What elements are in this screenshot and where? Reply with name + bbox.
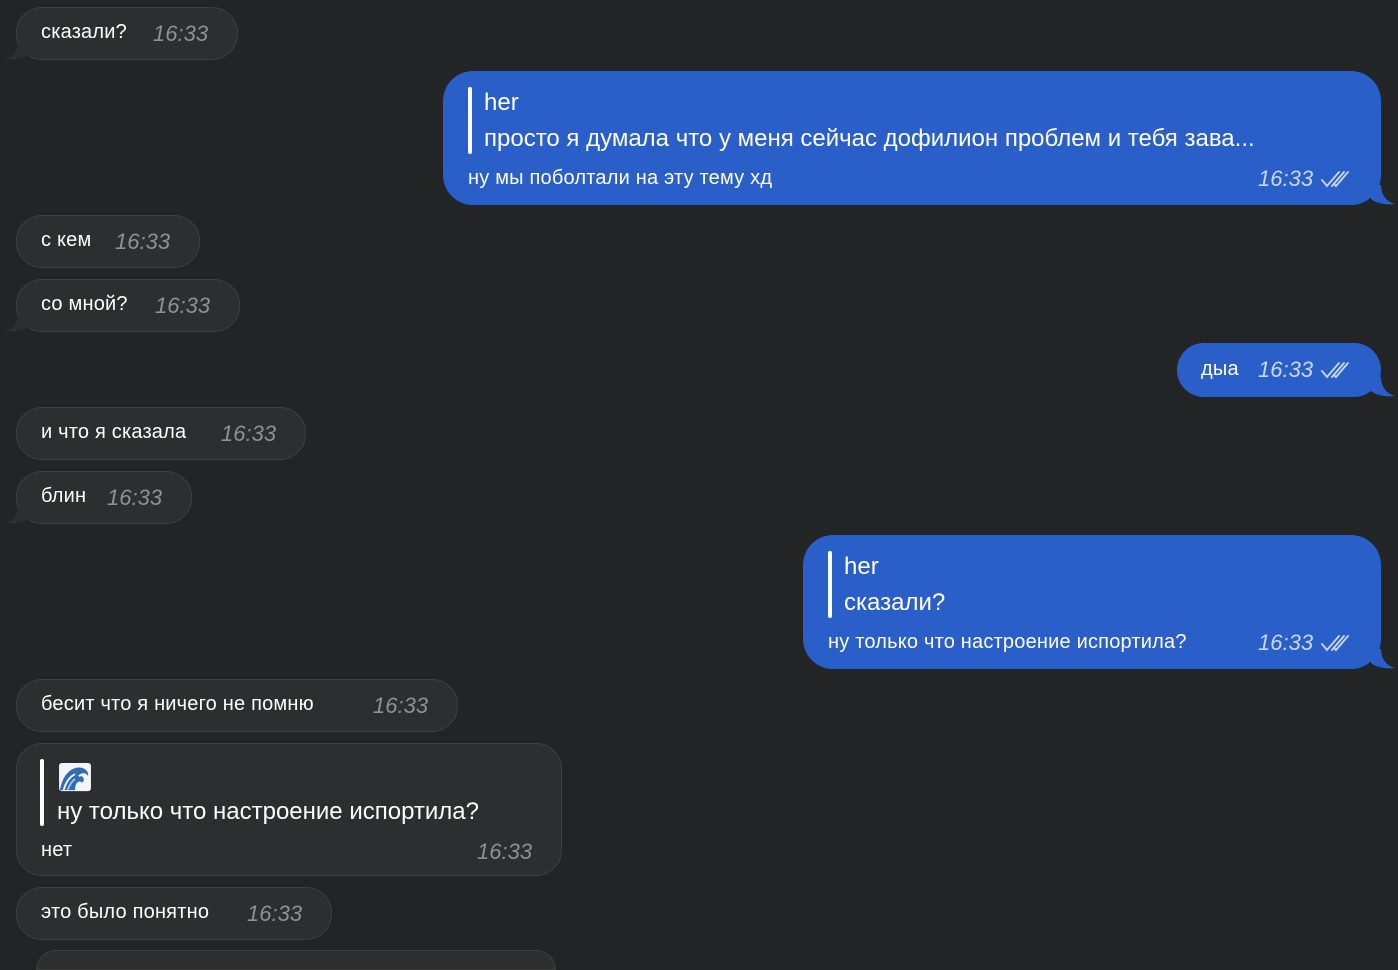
message-text: с кем	[41, 229, 92, 251]
message-time: 16:33	[1258, 630, 1314, 655]
message-time: 16:33	[107, 485, 163, 510]
reply-author: her	[844, 553, 879, 580]
message-time: 16:33	[1258, 357, 1314, 382]
incoming-message[interactable]: сказали? 16:33	[5, 7, 238, 60]
bubble-tail-icon	[5, 40, 29, 60]
message-text: сказали?	[41, 21, 127, 43]
incoming-message[interactable]: бесит что я ничего не помню 16:33	[16, 679, 458, 732]
message-text: нет	[41, 839, 73, 861]
bubble-tail-icon	[1371, 185, 1395, 205]
reply-quote-bar	[828, 551, 832, 618]
reply-quoted-text: просто я думала что у меня сейчас дофили…	[484, 125, 1255, 152]
incoming-message[interactable]: блин 16:33	[5, 471, 192, 524]
bubble-tail-icon	[5, 504, 29, 524]
message-text: бесит что я ничего не помню	[41, 693, 314, 715]
message-time: 16:33	[477, 839, 533, 864]
message-time: 16:33	[1258, 166, 1314, 191]
outgoing-message[interactable]: her сказали? ну только что настроение ис…	[803, 535, 1395, 669]
message-text: и что я сказала	[41, 421, 187, 443]
reply-author: her	[484, 89, 519, 116]
incoming-message[interactable]: ну только что настроение испортила? нет …	[16, 743, 562, 876]
message-time: 16:33	[373, 693, 429, 718]
wave-emoji-icon	[59, 762, 91, 792]
chat-message-list[interactable]: сказали? 16:33 her просто я думала что у…	[0, 0, 1398, 970]
incoming-message[interactable]: с кем 16:33	[16, 215, 200, 268]
message-time: 16:33	[155, 293, 211, 318]
incoming-message-partial	[36, 950, 556, 970]
message-time: 16:33	[221, 421, 277, 446]
bubble-tail-icon	[5, 312, 29, 332]
double-check-icon	[1321, 171, 1349, 188]
message-text: дыа	[1201, 358, 1239, 380]
bubble-tail-icon	[1371, 377, 1395, 397]
message-time: 16:33	[247, 901, 303, 926]
double-check-icon	[1321, 362, 1349, 379]
bubble-tail-icon	[1371, 649, 1395, 669]
message-text: ну только что настроение испортила?	[828, 631, 1187, 653]
outgoing-message[interactable]: дыа 16:33	[1177, 343, 1395, 397]
message-text: со мной?	[41, 293, 128, 315]
reply-quoted-text: сказали?	[844, 589, 946, 616]
reply-quoted-text: ну только что настроение испортила?	[57, 798, 479, 825]
message-time: 16:33	[115, 229, 171, 254]
reply-quote-bar	[40, 759, 44, 826]
incoming-message[interactable]: это было понятно 16:33	[16, 887, 332, 940]
incoming-message[interactable]: со мной? 16:33	[5, 279, 240, 332]
reply-quote-bar	[468, 87, 472, 154]
message-text: ну мы поболтали на эту тему хд	[468, 167, 773, 189]
message-time: 16:33	[153, 21, 209, 46]
message-text: это было понятно	[41, 901, 210, 923]
incoming-message[interactable]: и что я сказала 16:33	[16, 407, 306, 460]
double-check-icon	[1321, 635, 1349, 652]
outgoing-message[interactable]: her просто я думала что у меня сейчас до…	[443, 71, 1395, 205]
message-text: блин	[41, 485, 87, 507]
